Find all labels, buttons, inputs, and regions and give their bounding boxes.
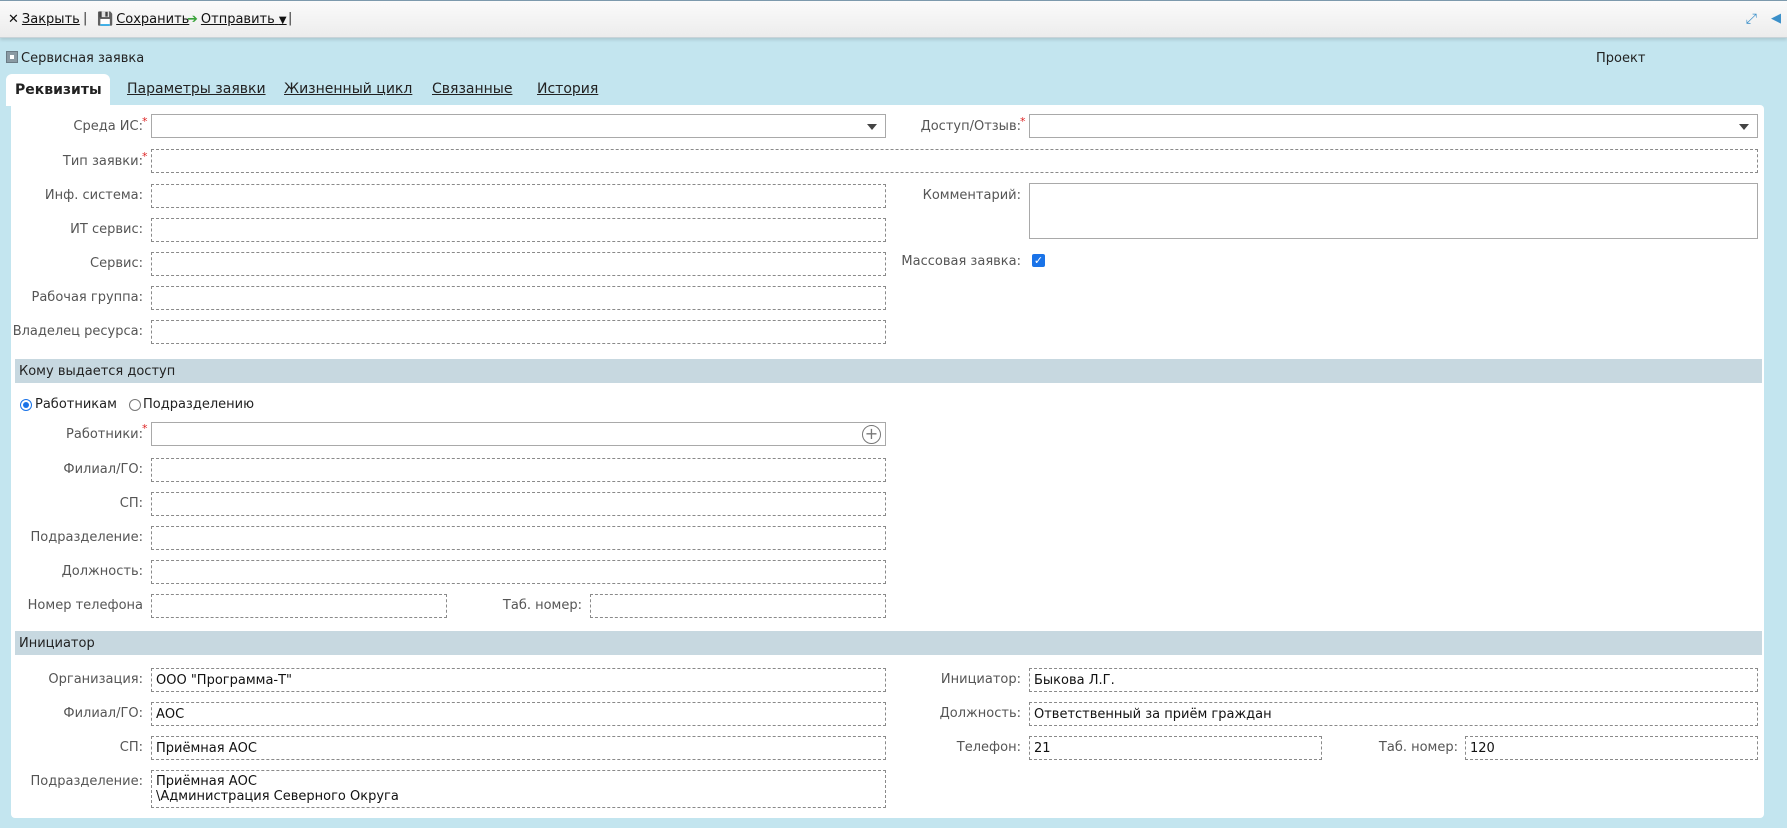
position-label: Должность: — [61, 564, 143, 579]
mass-request-label: Массовая заявка: — [901, 254, 1021, 269]
request-type-label: Тип заявки: — [62, 154, 143, 169]
mass-request-checkbox[interactable]: ✓ — [1032, 254, 1045, 267]
tab-number-field[interactable] — [590, 594, 886, 618]
initiator-department-label: Подразделение: — [30, 774, 143, 789]
initiator-sp-field[interactable]: Приёмная АОС — [151, 736, 886, 760]
initiator-name-field[interactable]: Быкова Л.Г. — [1029, 668, 1758, 692]
dropdown-arrow-icon — [867, 124, 877, 130]
initiator-phone-field[interactable]: 21 — [1029, 736, 1322, 760]
radio-employees[interactable] — [20, 399, 32, 411]
it-service-field[interactable] — [151, 218, 886, 242]
initiator-position-field[interactable]: Ответственный за приём граждан — [1029, 702, 1758, 726]
required-mark: * — [1020, 115, 1026, 128]
initiator-department-field[interactable]: Приёмная АОС \Администрация Северного Ок… — [151, 770, 886, 808]
tab-history[interactable]: История — [537, 81, 598, 97]
close-icon: ✕ — [8, 12, 19, 27]
required-mark: * — [142, 422, 148, 435]
tab-related[interactable]: Связанные — [432, 81, 512, 97]
radio-employees-label: Работникам — [35, 397, 117, 412]
initiator-name-label: Инициатор: — [940, 672, 1021, 687]
service-label: Сервис: — [90, 256, 143, 271]
employees-field[interactable]: + — [151, 422, 886, 446]
employees-label: Работники: — [66, 427, 143, 442]
service-field[interactable] — [151, 252, 886, 276]
initiator-phone-label: Телефон: — [956, 740, 1021, 755]
required-mark: * — [142, 150, 148, 163]
radio-department[interactable] — [129, 399, 141, 411]
it-service-label: ИТ сервис: — [70, 222, 143, 237]
toolbar-separator: | — [288, 11, 293, 26]
work-group-field[interactable] — [151, 286, 886, 310]
initiator-tab-number-label: Таб. номер: — [1378, 740, 1458, 755]
initiator-sp-label: СП: — [119, 740, 143, 755]
access-label: Доступ/Отзыв: — [920, 119, 1021, 134]
initiator-branch-label: Филиал/ГО: — [63, 706, 143, 721]
organization-label: Организация: — [48, 672, 143, 687]
document-status: Проект — [1596, 51, 1646, 66]
resource-owner-label: Владелец ресурса: — [12, 324, 143, 339]
work-group-label: Рабочая группа: — [31, 290, 144, 305]
access-select[interactable] — [1029, 114, 1758, 138]
toolbar-separator: | — [83, 11, 88, 26]
department-label: Подразделение: — [30, 530, 143, 545]
expand-icon[interactable]: ⤢ — [1746, 11, 1757, 27]
save-button[interactable]: 💾 Сохранить — [97, 12, 189, 27]
branch-field[interactable] — [151, 458, 886, 482]
info-system-field[interactable] — [151, 184, 886, 208]
initiator-tab-number-field[interactable]: 120 — [1465, 736, 1758, 760]
sp-field[interactable] — [151, 492, 886, 516]
department-field[interactable] — [151, 526, 886, 550]
dropdown-arrow-icon — [1739, 124, 1749, 130]
tab-requisites[interactable]: Реквизиты — [6, 74, 110, 106]
floppy-disk-icon: 💾 — [97, 12, 114, 27]
send-button[interactable]: ➔ Отправить ▼ — [187, 12, 287, 27]
document-title: Сервисная заявка — [6, 51, 144, 66]
info-system-label: Инф. система: — [44, 188, 143, 203]
comment-label: Комментарий: — [922, 188, 1021, 203]
initiator-branch-field[interactable]: АОС — [151, 702, 886, 726]
phone-label: Номер телефона — [27, 598, 143, 613]
section-access-to: Кому выдается доступ — [15, 359, 1762, 383]
required-mark: * — [142, 115, 148, 128]
phone-field[interactable] — [151, 594, 447, 618]
section-initiator: Инициатор — [15, 631, 1762, 655]
initiator-position-label: Должность: — [939, 706, 1021, 721]
add-circle-icon[interactable]: + — [862, 425, 881, 444]
chevron-down-icon: ▼ — [278, 15, 287, 26]
is-env-select[interactable] — [151, 114, 886, 138]
position-field[interactable] — [151, 560, 886, 584]
comment-textarea[interactable] — [1029, 183, 1758, 239]
checkmark-icon: ✓ — [1033, 254, 1044, 267]
tab-request-params[interactable]: Параметры заявки — [127, 81, 266, 97]
arrow-right-icon: ➔ — [187, 12, 198, 27]
tab-number-label: Таб. номер: — [502, 598, 582, 613]
toolbar: ✕ Закрыть | 💾 Сохранить ➔ Отправить ▼ | ⤢ ◀ — [0, 0, 1787, 38]
resource-owner-field[interactable] — [151, 320, 886, 344]
branch-label: Филиал/ГО: — [63, 462, 143, 477]
request-type-field[interactable] — [151, 149, 1758, 173]
is-env-label: Среда ИС: — [73, 119, 143, 134]
organization-field[interactable]: ООО "Программа-Т" — [151, 668, 886, 692]
collapse-toggle-icon[interactable] — [6, 51, 18, 63]
collapse-panel-icon[interactable]: ◀ — [1771, 11, 1781, 26]
sp-label: СП: — [119, 496, 143, 511]
tab-lifecycle[interactable]: Жизненный цикл — [284, 81, 412, 97]
close-button[interactable]: ✕ Закрыть — [8, 12, 80, 27]
radio-department-label: Подразделению — [143, 397, 255, 412]
